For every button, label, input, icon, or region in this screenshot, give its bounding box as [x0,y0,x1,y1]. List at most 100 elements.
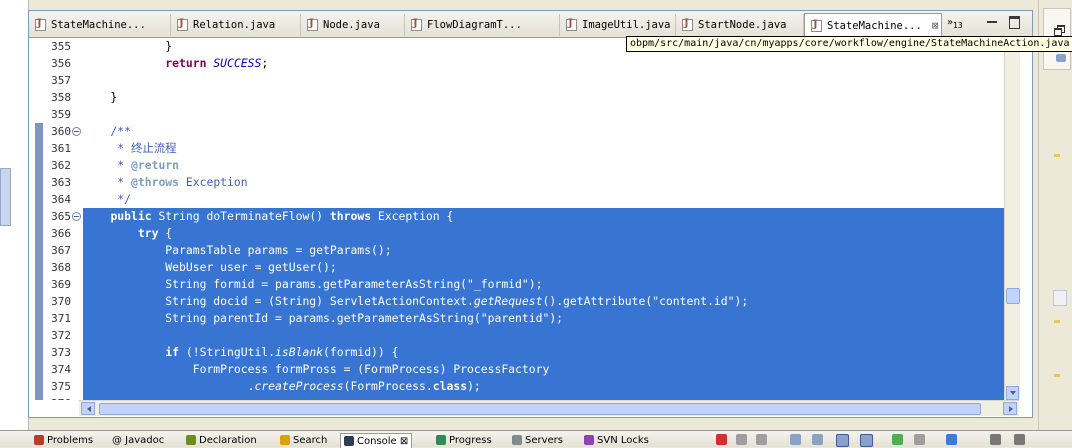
code-line[interactable]: 358 } [29,89,1004,106]
change-ruler-marker [35,395,43,400]
overview-marker[interactable] [1054,320,1060,323]
vertical-scroll-thumb[interactable] [1006,288,1020,304]
code-line[interactable]: 370 String docid = (String) ServletActio… [29,293,1004,310]
terminate-icon[interactable] [716,434,727,445]
scroll-left-arrow-icon[interactable] [81,402,95,415]
tab-label: @ Javadoc [112,434,165,446]
change-ruler-marker [35,89,43,106]
tab-problems[interactable]: Problems [34,433,93,447]
servers-icon [512,435,522,445]
code-line[interactable]: 369 String formid = params.getParameterA… [29,276,1004,293]
tab-node[interactable]: Node.java [301,14,405,36]
pin-console-icon[interactable] [892,434,903,445]
tab-relation[interactable]: Relation.java [171,14,301,36]
fold-collapse-icon[interactable] [72,212,81,221]
problems-icon [34,435,44,445]
remove-launch-icon[interactable] [736,434,747,445]
code-line[interactable]: 356 return SUCCESS; [29,55,1004,72]
line-number: 370 [51,295,71,308]
scroll-lock-icon[interactable] [812,434,823,445]
code-text: * @return [83,157,1004,174]
code-line[interactable]: 362 * @return [29,157,1004,174]
code-line[interactable]: 367 ParamsTable params = getParams(); [29,242,1004,259]
change-ruler-marker [35,327,43,344]
code-text: String docid = (String) ServletActionCon… [83,293,1004,310]
tab-imageutil[interactable]: ImageUtil.java [560,14,676,36]
left-panel-scroll-thumb[interactable] [0,168,11,226]
maximize-icon[interactable] [1009,16,1020,29]
open-console-icon[interactable] [946,434,957,445]
code-line[interactable]: 357 [29,72,1004,89]
code-text-area[interactable]: 355 } 356 return SUCCESS; 357 358 } 359 360 /… [29,38,1004,400]
line-number: 363 [51,176,71,189]
tab-progress[interactable]: Progress [436,433,492,447]
code-line[interactable]: 375 .createProcess(FormProcess.class); [29,378,1004,395]
code-line[interactable]: 361 * 终止流程 [29,140,1004,157]
code-line[interactable]: 366 try { [29,225,1004,242]
line-number: 372 [51,329,71,342]
line-number: 356 [51,57,71,70]
left-panel-strip [0,0,29,430]
horizontal-scroll-thumb[interactable] [99,403,981,415]
tab-statemachine-active[interactable]: StateMachine... ⊠ [804,13,942,37]
overview-marker[interactable] [1054,154,1060,157]
word-wrap-icon[interactable] [860,434,873,447]
code-token: */ [83,192,132,206]
outline-view-icon[interactable] [1056,54,1066,62]
code-line[interactable]: 372 [29,327,1004,344]
clear-console-icon[interactable] [790,434,801,445]
code-token: try [137,226,159,240]
code-line[interactable]: 364 */ [29,191,1004,208]
show-console-icon[interactable] [836,434,849,447]
code-token: ); [467,379,481,393]
view-menu-icon[interactable] [990,434,1001,445]
tab-declaration[interactable]: Declaration [186,433,257,447]
code-text: public String doTerminateFlow() throws E… [83,208,1004,225]
tab-label: ImageUtil.java [582,19,671,31]
code-token: * [83,158,132,172]
restore-icon[interactable] [1054,25,1065,36]
tab-search[interactable]: Search [280,433,327,447]
code-text: String formid = params.getParameterAsStr… [83,276,1004,293]
display-console-icon[interactable] [914,434,925,445]
horizontal-scrollbar[interactable] [79,400,1019,416]
code-line[interactable]: 363 * @throws Exception [29,174,1004,191]
java-file-icon [811,19,822,32]
overview-marker[interactable] [1054,374,1060,377]
code-token: String doTerminateFlow() [151,209,330,223]
line-number: 374 [51,363,71,376]
code-token: return [165,56,207,70]
line-number: 360 [51,125,71,138]
change-ruler-marker [35,242,43,259]
minimize-view-icon[interactable] [1014,434,1025,445]
tab-svn-locks[interactable]: SVN Locks [584,433,649,447]
vertical-scrollbar[interactable] [1004,38,1020,400]
close-tab-icon[interactable]: ⊠ [932,19,939,32]
line-number: 358 [51,91,71,104]
tab-statemachine-1[interactable]: StateMachine... [29,14,171,36]
code-line[interactable]: 374 FormProcess formPross = (FormProcess… [29,361,1004,378]
code-token: (!StringUtil. [179,345,276,359]
minimize-icon[interactable] [987,17,997,27]
scroll-right-arrow-icon[interactable] [1003,402,1017,415]
tab-startnode[interactable]: StartNode.java [676,14,804,36]
code-line[interactable]: 365 public String doTerminateFlow() thro… [29,208,1004,225]
code-line[interactable]: 373 if (!StringUtil.isBlank(formid)) { [29,344,1004,361]
code-token: } [83,90,118,104]
tab-javadoc[interactable]: @ Javadoc [112,433,164,447]
scroll-down-arrow-icon[interactable] [1006,386,1019,400]
code-token: public [110,209,152,223]
tab-overflow-button[interactable]: »13 [947,17,963,30]
code-line[interactable]: 360 /** [29,123,1004,140]
fold-collapse-icon[interactable] [72,127,81,136]
code-line[interactable]: 371 String parentId = params.getParamete… [29,310,1004,327]
tab-flowdiagram[interactable]: FlowDiagramT... [405,14,560,36]
tab-label: StateMachine... [51,19,146,31]
code-line[interactable]: 368 WebUser user = getUser(); [29,259,1004,276]
code-line[interactable]: 359 [29,106,1004,123]
tab-servers[interactable]: Servers [512,433,563,447]
remove-all-icon[interactable] [756,434,767,445]
code-text: if (!StringUtil.isBlank(formid)) { [83,344,1004,361]
